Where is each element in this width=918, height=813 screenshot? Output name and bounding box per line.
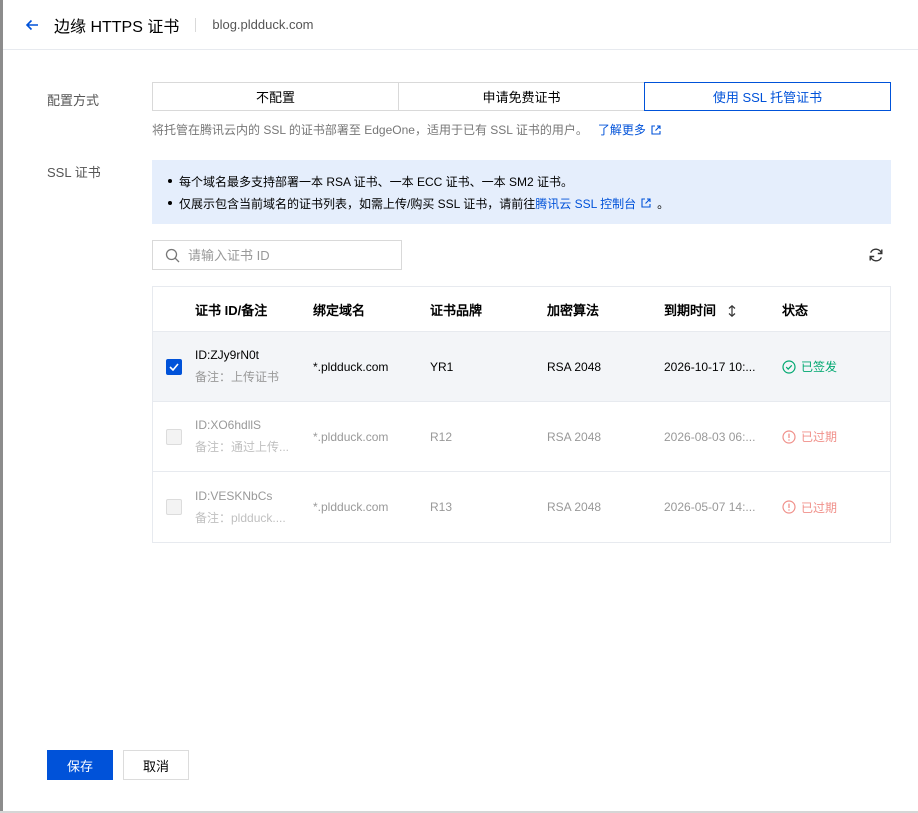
row-checkbox[interactable] bbox=[166, 358, 182, 375]
certificate-id: ID:VESKNbCs bbox=[195, 488, 273, 503]
expire-time: 2026-10-17 10:... bbox=[664, 359, 756, 374]
learn-more-link[interactable]: 了解更多 bbox=[598, 121, 646, 138]
status-badge: 已签发 bbox=[782, 358, 890, 375]
status-badge: 已过期 bbox=[782, 428, 890, 445]
certificate-remark: 备注：通过上传... bbox=[195, 440, 290, 454]
column-header-domain: 绑定域名 bbox=[313, 302, 366, 318]
ssl-console-link[interactable]: 腾讯云 SSL 控制台 bbox=[535, 195, 636, 212]
status-text: 已过期 bbox=[801, 500, 838, 515]
expire-time: 2026-08-03 06:... bbox=[664, 429, 756, 444]
site-domain: blog.pldduck.com bbox=[212, 17, 314, 32]
search-input[interactable] bbox=[188, 247, 388, 263]
column-header-brand: 证书品牌 bbox=[430, 302, 483, 318]
table-row[interactable]: ID:ZJy9rN0t 备注：上传证书 *.pldduck.com YR1 RS… bbox=[153, 332, 890, 402]
notice-item: 仅展示包含当前域名的证书列表，如需上传/购买 SSL 证书，请前往 腾讯云 SS… bbox=[168, 192, 875, 214]
column-header-id: 证书 ID/备注 bbox=[195, 302, 268, 318]
info-notice: 每个域名最多支持部署一本 RSA 证书、一本 ECC 证书、一本 SM2 证书。… bbox=[152, 160, 891, 224]
bound-domain: *.pldduck.com bbox=[313, 359, 389, 374]
certificate-table: 证书 ID/备注 绑定域名 证书品牌 加密算法 到期时间 状态 ID:ZJy9r… bbox=[152, 286, 891, 543]
certificate-search bbox=[152, 240, 402, 270]
config-method-label: 配置方式 bbox=[47, 93, 100, 108]
column-header-algorithm: 加密算法 bbox=[547, 302, 600, 318]
page-header: 边缘 HTTPS 证书 blog.pldduck.com bbox=[3, 0, 918, 50]
bullet-icon bbox=[168, 201, 172, 205]
page-title: 边缘 HTTPS 证书 bbox=[54, 18, 180, 36]
certificate-remark: 备注：上传证书 bbox=[195, 370, 280, 384]
table-header: 证书 ID/备注 绑定域名 证书品牌 加密算法 到期时间 状态 bbox=[153, 287, 890, 332]
certificate-remark: 备注：pldduck.... bbox=[195, 510, 286, 525]
table-row: ID:VESKNbCs 备注：pldduck.... *.pldduck.com… bbox=[153, 472, 890, 542]
config-description: 将托管在腾讯云内的 SSL 的证书部署至 EdgeOne，适用于已有 SSL 证… bbox=[152, 121, 661, 138]
expire-header-label: 到期时间 bbox=[664, 302, 717, 318]
check-circle-icon bbox=[782, 359, 796, 374]
status-text: 已签发 bbox=[801, 360, 838, 374]
config-description-text: 将托管在腾讯云内的 SSL 的证书部署至 EdgeOne，适用于已有 SSL 证… bbox=[152, 123, 588, 137]
column-header-status: 状态 bbox=[782, 302, 809, 318]
config-method-selector: 不配置 申请免费证书 使用 SSL 托管证书 bbox=[152, 82, 891, 111]
row-checkbox-disabled bbox=[166, 499, 182, 515]
notice-item: 每个域名最多支持部署一本 RSA 证书、一本 ECC 证书、一本 SM2 证书。 bbox=[168, 170, 875, 192]
certificate-brand: R12 bbox=[430, 429, 453, 444]
checkmark-icon bbox=[169, 362, 179, 371]
external-link-icon bbox=[651, 124, 661, 135]
warning-circle-icon bbox=[782, 500, 796, 514]
cancel-button[interactable]: 取消 bbox=[123, 750, 189, 780]
external-link-icon bbox=[641, 198, 651, 208]
expire-time: 2026-05-07 14:... bbox=[664, 500, 756, 514]
refresh-button[interactable] bbox=[866, 245, 886, 265]
warning-circle-icon bbox=[782, 429, 796, 444]
search-icon bbox=[165, 248, 180, 262]
certificate-brand: R13 bbox=[430, 500, 453, 514]
bullet-icon bbox=[168, 179, 172, 183]
sort-icon[interactable] bbox=[728, 305, 736, 318]
certificate-brand: YR1 bbox=[430, 359, 454, 374]
bound-domain: *.pldduck.com bbox=[313, 500, 389, 514]
row-checkbox-disabled bbox=[166, 428, 182, 445]
status-badge: 已过期 bbox=[782, 499, 890, 516]
certificate-id: ID:ZJy9rN0t bbox=[195, 348, 260, 362]
notice-text-suffix: 。 bbox=[657, 196, 670, 211]
status-text: 已过期 bbox=[801, 430, 838, 444]
table-row: ID:XO6hdllS 备注：通过上传... *.pldduck.com R12… bbox=[153, 402, 890, 472]
save-button[interactable]: 保存 bbox=[47, 750, 113, 780]
notice-text-1: 每个域名最多支持部署一本 RSA 证书、一本 ECC 证书、一本 SM2 证书。 bbox=[179, 174, 574, 189]
refresh-icon bbox=[869, 248, 883, 262]
column-header-expire[interactable]: 到期时间 bbox=[664, 300, 782, 319]
encryption-algorithm: RSA 2048 bbox=[547, 500, 602, 514]
certificate-id: ID:XO6hdllS bbox=[195, 418, 262, 432]
option-ssl-managed-certificate[interactable]: 使用 SSL 托管证书 bbox=[644, 82, 891, 111]
encryption-algorithm: RSA 2048 bbox=[547, 429, 602, 444]
option-free-certificate[interactable]: 申请免费证书 bbox=[398, 82, 645, 111]
ssl-certificate-label: SSL 证书 bbox=[47, 165, 101, 180]
header-divider bbox=[195, 17, 197, 32]
bound-domain: *.pldduck.com bbox=[313, 429, 389, 444]
back-button[interactable] bbox=[22, 15, 42, 35]
encryption-algorithm: RSA 2048 bbox=[547, 359, 602, 374]
option-no-config[interactable]: 不配置 bbox=[152, 82, 399, 111]
notice-text-2: 仅展示包含当前域名的证书列表，如需上传/购买 SSL 证书，请前往 bbox=[179, 196, 536, 211]
window-edge bbox=[0, 0, 3, 813]
arrow-left-icon bbox=[25, 19, 38, 30]
